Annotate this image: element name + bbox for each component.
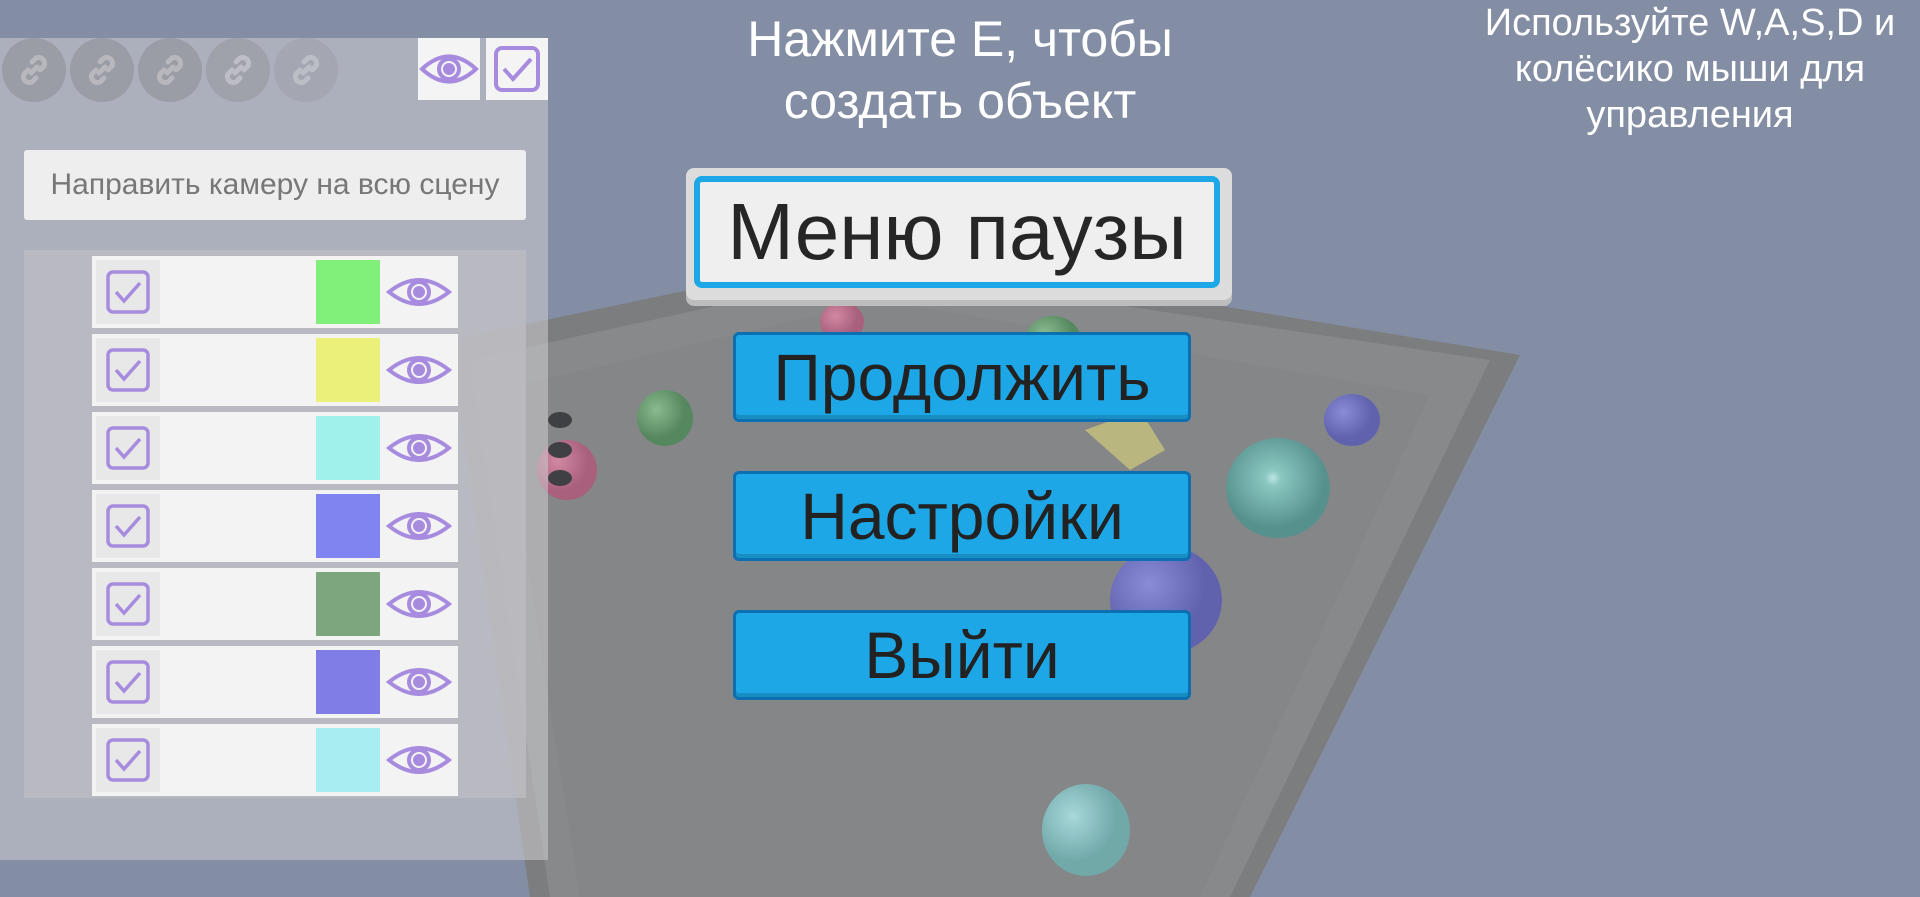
object-color-swatch[interactable] — [316, 260, 380, 324]
link-icon[interactable] — [206, 38, 270, 102]
list-item — [92, 412, 458, 484]
focus-camera-button[interactable]: Направить камеру на всю сцену — [24, 150, 526, 220]
list-item — [92, 724, 458, 796]
resume-button[interactable]: Продолжить — [733, 332, 1191, 422]
object-checkbox[interactable] — [96, 338, 160, 402]
hole — [548, 412, 572, 428]
sphere-blue-small — [1324, 394, 1380, 446]
link-icon[interactable] — [2, 38, 66, 102]
checkmark-icon — [106, 738, 150, 782]
object-color-swatch[interactable] — [316, 494, 380, 558]
object-color-swatch[interactable] — [316, 650, 380, 714]
sphere-cyan — [1226, 438, 1330, 538]
settings-button[interactable]: Настройки — [733, 471, 1191, 561]
object-color-swatch[interactable] — [316, 416, 380, 480]
object-color-swatch[interactable] — [316, 728, 380, 792]
checkmark-icon — [106, 348, 150, 392]
eye-icon[interactable] — [386, 582, 452, 626]
pause-menu-title-panel: Меню паузы — [686, 168, 1232, 300]
eye-icon — [419, 54, 479, 84]
sphere-cyan-front — [1042, 784, 1130, 876]
object-color-swatch[interactable] — [316, 572, 380, 636]
list-item — [92, 334, 458, 406]
object-checkbox[interactable] — [96, 728, 160, 792]
eye-icon[interactable] — [386, 270, 452, 314]
hole — [548, 470, 572, 486]
list-item — [92, 490, 458, 562]
list-item — [92, 256, 458, 328]
checkmark-icon — [494, 46, 540, 92]
sphere-green — [637, 390, 693, 446]
list-item — [92, 568, 458, 640]
eye-icon[interactable] — [386, 738, 452, 782]
object-checkbox[interactable] — [96, 650, 160, 714]
object-checkbox[interactable] — [96, 572, 160, 636]
eye-icon[interactable] — [386, 504, 452, 548]
toggle-all-visibility-button[interactable] — [418, 38, 480, 100]
checkmark-icon — [106, 582, 150, 626]
checkmark-icon — [106, 270, 150, 314]
object-checkbox[interactable] — [96, 494, 160, 558]
exit-button[interactable]: Выйти — [733, 610, 1191, 700]
object-checkbox[interactable] — [96, 260, 160, 324]
link-icon[interactable] — [70, 38, 134, 102]
eye-icon[interactable] — [386, 426, 452, 470]
eye-icon[interactable] — [386, 660, 452, 704]
link-icon[interactable] — [274, 38, 338, 102]
link-icon[interactable] — [138, 38, 202, 102]
eye-icon[interactable] — [386, 348, 452, 392]
controls-hint: Используйте W,A,S,D и колёсико мыши для … — [1484, 2, 1896, 136]
object-color-swatch[interactable] — [316, 338, 380, 402]
checkmark-icon — [106, 660, 150, 704]
list-item — [92, 646, 458, 718]
object-checkbox[interactable] — [96, 416, 160, 480]
checkmark-icon — [106, 504, 150, 548]
checkmark-icon — [106, 426, 150, 470]
select-all-checkbox[interactable] — [486, 38, 548, 100]
create-object-hint: Нажмите E, чтобы создать объект — [747, 11, 1173, 129]
hole — [548, 442, 572, 458]
pause-menu-title: Меню паузы — [694, 176, 1220, 288]
